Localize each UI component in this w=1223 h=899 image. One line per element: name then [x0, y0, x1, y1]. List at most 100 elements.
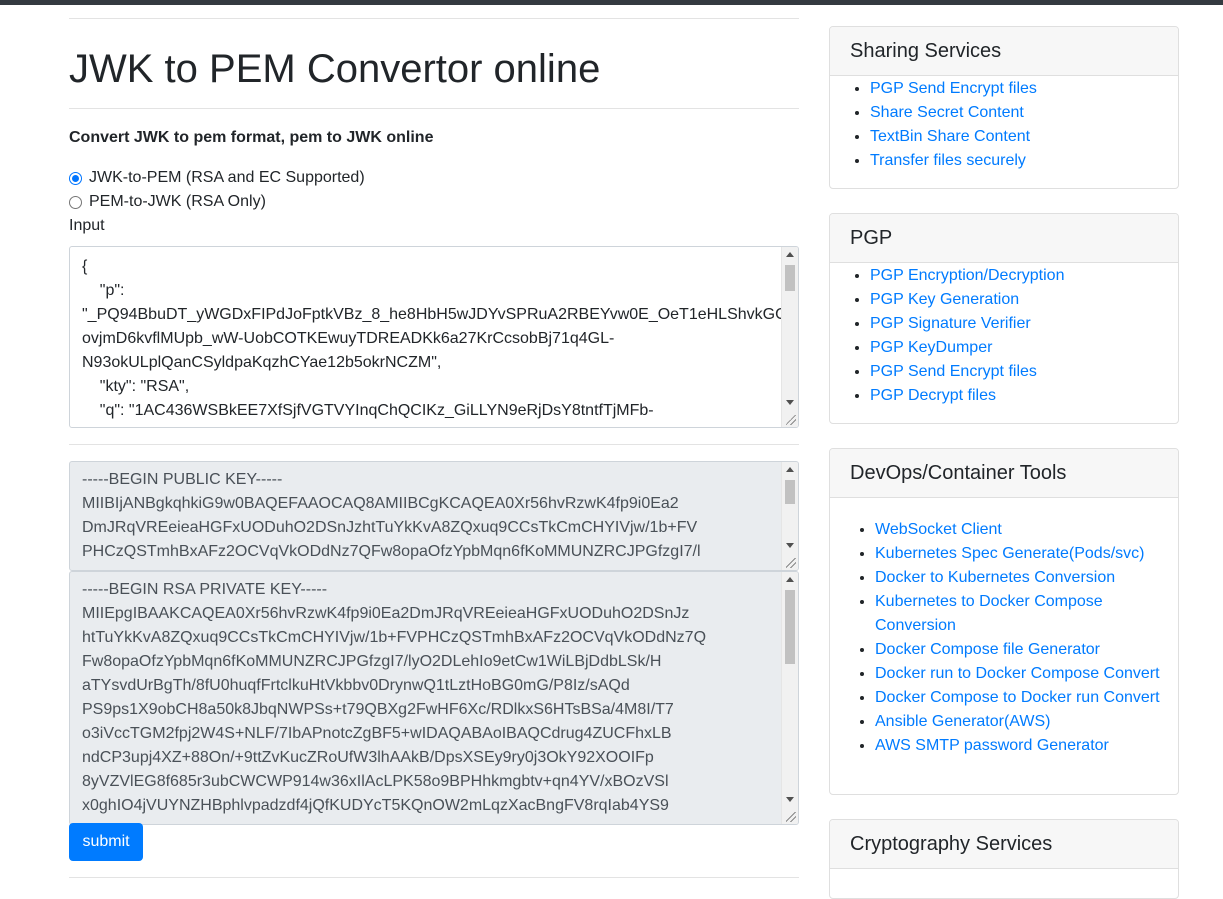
public-key-line: MIIBIjANBgkqhkiG9w0BAQEFAAOCAQ8AMIIBCgKC… [82, 495, 679, 512]
public-key-line: -----BEGIN PUBLIC KEY----- [82, 471, 283, 488]
private-key-line: ndCP3upj4XZ+88On/+9ttZvKucZRoUfW3lhAAkB/… [82, 749, 654, 766]
cryptography-card: Cryptography Services [829, 819, 1179, 899]
list-item: PGP Signature Verifier [870, 312, 1178, 336]
private-key-output[interactable]: -----BEGIN RSA PRIVATE KEY----- MIIEpgIBA… [69, 571, 799, 825]
list-item: PGP Key Generation [870, 288, 1178, 312]
scroll-down-icon[interactable] [786, 400, 794, 405]
input-text-line: N93okULplQanCSyldpaKqzhCYae12b5okrNCZM", [82, 354, 442, 371]
resize-grip-icon[interactable] [786, 558, 796, 568]
scroll-down-icon[interactable] [786, 797, 794, 802]
card-title: Cryptography Services [830, 820, 1178, 869]
radio-label: JWK-to-PEM (RSA and EC Supported) [89, 169, 365, 186]
main-content: JWK to PEM Convertor online Convert JWK … [69, 5, 799, 825]
scroll-up-icon[interactable] [786, 577, 794, 582]
nav-link[interactable]: Kubernetes to Docker Compose Conversion [875, 593, 1103, 634]
list-item: Kubernetes Spec Generate(Pods/svc) [875, 542, 1168, 566]
private-key-line: 8yVZVlEG8f685r3ubCWCWP914w36xIlAcLPK58o9… [82, 773, 669, 790]
private-key-line: MIIEpgIBAAKCAQEA0Xr56hvRzwK4fp9i0Ea2DmJR… [82, 605, 690, 622]
nav-link[interactable]: Docker run to Docker Compose Convert [875, 665, 1160, 682]
list-item: PGP Decrypt files [870, 384, 1178, 408]
pgp-card: PGP PGP Encryption/Decryption PGP Key Gen… [829, 213, 1179, 424]
input-text-line: "_PQ94BbuDT_yWGDxFIPdJoFptkVBz_8_he8HbH5… [82, 306, 799, 323]
list-item: TextBin Share Content [870, 125, 1178, 149]
scroll-up-icon[interactable] [786, 252, 794, 257]
input-label: Input [69, 217, 105, 234]
list-item: WebSocket Client [875, 518, 1168, 542]
page-title: JWK to PEM Convertor online [69, 47, 601, 91]
nav-link[interactable]: PGP Signature Verifier [870, 315, 1031, 332]
page-subtitle: Convert JWK to pem format, pem to JWK on… [69, 129, 434, 146]
private-key-line: o3iVccTGM2fpj2W4S+NLF/7IbAPnotcZgBF5+wID… [82, 725, 672, 742]
scroll-thumb[interactable] [785, 480, 795, 504]
list-item: PGP Encryption/Decryption [870, 264, 1178, 288]
list-item: PGP KeyDumper [870, 336, 1178, 360]
input-text-line: ovjmD6kvflMUpb_wW-UobCOTKEwuyTDREADKk6a2… [82, 330, 615, 347]
scrollbar[interactable] [781, 462, 798, 570]
nav-link[interactable]: WebSocket Client [875, 521, 1002, 538]
list-item: Transfer files securely [870, 149, 1178, 173]
private-key-line: PS9ps1X9obCH8a50k8JbqNWPSs+t79QBXg2FwHF6… [82, 701, 674, 718]
radio-pem-to-jwk[interactable]: PEM-to-JWK (RSA Only) [69, 190, 799, 214]
private-key-line: x0ghIO4jVUYNZHBphlvpadzdf4jQfKUDYcT5KQnO… [82, 797, 669, 814]
nav-link[interactable]: Docker to Kubernetes Conversion [875, 569, 1115, 586]
submit-button[interactable]: submit [69, 823, 143, 861]
radio-button[interactable] [69, 195, 82, 209]
scroll-thumb[interactable] [785, 265, 795, 291]
nav-link[interactable]: Share Secret Content [870, 104, 1024, 121]
sharing-services-card: Sharing Services PGP Send Encrypt files S… [829, 26, 1179, 189]
pgp-list: PGP Encryption/Decryption PGP Key Generat… [830, 263, 1178, 408]
list-item: Docker to Kubernetes Conversion [875, 566, 1168, 590]
scroll-thumb[interactable] [785, 590, 795, 664]
radio-label: PEM-to-JWK (RSA Only) [89, 193, 266, 210]
nav-link[interactable]: PGP Encryption/Decryption [870, 267, 1064, 284]
private-key-line: aTYsvdUrBgTh/8fU0huqfFrtclkuHtVkbbv0Dryn… [82, 677, 630, 694]
nav-link[interactable]: Kubernetes Spec Generate(Pods/svc) [875, 545, 1144, 562]
nav-link[interactable]: Ansible Generator(AWS) [875, 713, 1050, 730]
private-key-line: -----BEGIN RSA PRIVATE KEY----- [82, 581, 328, 598]
nav-link[interactable]: PGP Send Encrypt files [870, 80, 1037, 97]
private-key-line: Fw8opaOfzYpbMqn6fKoMMUNZRCJPGfzgI7/lyO2D… [82, 653, 662, 670]
scrollbar[interactable] [781, 572, 798, 824]
input-textarea[interactable]: { "p": "_PQ94BbuDT_yWGDxFIPdJoFptkVBz_8_h… [69, 246, 799, 428]
scroll-up-icon[interactable] [786, 467, 794, 472]
list-item: AWS SMTP password Generator [875, 734, 1168, 758]
list-item: Kubernetes to Docker Compose Conversion [875, 590, 1168, 638]
input-text-line: { [82, 258, 88, 275]
list-item: PGP Send Encrypt files [870, 360, 1178, 384]
nav-link[interactable]: Transfer files securely [870, 152, 1026, 169]
card-title: DevOps/Container Tools [830, 449, 1178, 498]
card-title: PGP [830, 214, 1178, 263]
radio-jwk-to-pem[interactable]: JWK-to-PEM (RSA and EC Supported) [69, 166, 799, 190]
card-title: Sharing Services [830, 27, 1178, 76]
devops-list: WebSocket Client Kubernetes Spec Generate… [830, 498, 1178, 758]
list-item: Docker Compose file Generator [875, 638, 1168, 662]
resize-grip-icon[interactable] [786, 415, 796, 425]
public-key-line: DmJRqVREeieaHGFxUODuhO2DSnJzhtTuYkKvA8ZQ… [82, 519, 698, 536]
nav-link[interactable]: PGP Decrypt files [870, 387, 996, 404]
scroll-down-icon[interactable] [786, 543, 794, 548]
sharing-services-list: PGP Send Encrypt files Share Secret Conte… [830, 76, 1178, 173]
public-key-output[interactable]: -----BEGIN PUBLIC KEY----- MIIBIjANBgkqhk… [69, 461, 799, 571]
input-text-line: "kty": "RSA", [82, 378, 190, 395]
scrollbar[interactable] [781, 247, 798, 427]
divider [69, 877, 799, 878]
nav-link[interactable]: TextBin Share Content [870, 128, 1030, 145]
devops-card: DevOps/Container Tools WebSocket Client K… [829, 448, 1179, 795]
radio-button-checked[interactable] [69, 171, 82, 185]
input-text-line: "q": "1AC436WSBkEE7XfSjfVGTVYInqChQCIKz_… [82, 402, 654, 419]
list-item: Share Secret Content [870, 101, 1178, 125]
resize-grip-icon[interactable] [786, 812, 796, 822]
divider [69, 108, 799, 109]
nav-link[interactable]: PGP KeyDumper [870, 339, 992, 356]
nav-link[interactable]: AWS SMTP password Generator [875, 737, 1109, 754]
nav-link[interactable]: Docker Compose file Generator [875, 641, 1100, 658]
nav-link[interactable]: Docker Compose to Docker run Convert [875, 689, 1160, 706]
nav-link[interactable]: PGP Key Generation [870, 291, 1019, 308]
mode-radio-group: JWK-to-PEM (RSA and EC Supported) PEM-to… [69, 166, 799, 214]
list-item: Docker Compose to Docker run Convert [875, 686, 1168, 710]
input-text-line: "p": [82, 282, 125, 299]
divider [69, 18, 799, 19]
private-key-line: htTuYkKvA8ZQxuq9CCsTkCmCHYIVjw/1b+FVPHCz… [82, 629, 707, 646]
nav-link[interactable]: PGP Send Encrypt files [870, 363, 1037, 380]
list-item: Ansible Generator(AWS) [875, 710, 1168, 734]
